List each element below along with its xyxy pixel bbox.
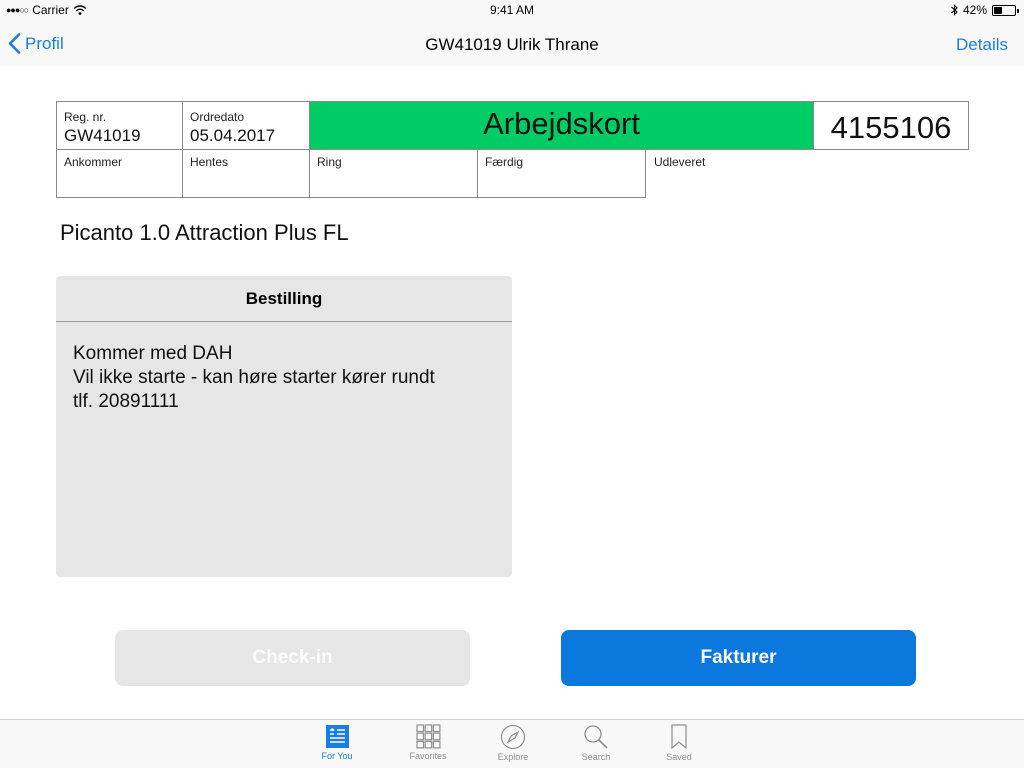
call-cell: Ring <box>309 149 478 198</box>
work-card-title: Arbejdskort <box>483 106 640 141</box>
for-you-icon <box>325 725 349 748</box>
delivered-label: Udleveret <box>654 155 706 169</box>
tab-label: Saved <box>666 752 692 762</box>
invoice-button[interactable]: Fakturer <box>561 630 916 686</box>
arrives-cell: Ankommer <box>56 149 183 198</box>
order-date-cell: Ordredato 05.04.2017 <box>182 101 310 150</box>
work-card-title-cell: Arbejdskort <box>309 101 814 150</box>
order-line: tlf. 20891111 <box>73 391 179 412</box>
tab-search[interactable]: Search <box>566 724 626 762</box>
bluetooth-icon <box>951 4 958 16</box>
car-model: Picanto 1.0 Attraction Plus FL <box>60 220 349 245</box>
tab-bar: For You Favorites Explore Search Saved <box>0 719 1024 768</box>
pickup-cell: Hentes <box>182 149 310 198</box>
pickup-label: Hentes <box>190 155 229 169</box>
tab-for-you[interactable]: For You <box>307 724 367 761</box>
order-date-label: Ordredato <box>190 110 245 124</box>
tab-favorites[interactable]: Favorites <box>398 724 458 761</box>
done-cell: Færdig <box>477 149 646 198</box>
grid-icon <box>415 724 440 749</box>
search-icon <box>584 725 608 749</box>
order-line: Vil ikke starte - kan høre starter kører… <box>73 367 435 388</box>
tab-explore[interactable]: Explore <box>483 724 543 762</box>
order-number-cell: 4155106 <box>813 101 969 150</box>
check-in-button[interactable]: Check-in <box>115 630 470 686</box>
order-line: Kommer med DAH <box>73 343 233 364</box>
status-bar: ●●●○○ Carrier 9:41 AM 42% <box>0 0 1024 22</box>
tab-label: For You <box>321 751 353 761</box>
order-card-body[interactable]: Kommer med DAH Vil ikke starte - kan hør… <box>56 322 512 434</box>
tab-label: Search <box>581 752 611 762</box>
bookmark-icon <box>671 724 687 750</box>
clock: 9:41 AM <box>489 3 535 17</box>
order-date-value: 05.04.2017 <box>190 126 276 145</box>
battery-icon <box>992 4 1019 16</box>
arrives-label: Ankommer <box>64 155 123 169</box>
order-card-title: Bestilling <box>56 276 512 322</box>
order-number: 4155106 <box>830 110 952 145</box>
tab-saved[interactable]: Saved <box>649 724 709 762</box>
call-label: Ring <box>317 155 342 169</box>
compass-icon <box>500 724 526 750</box>
tab-label: Favorites <box>409 751 447 761</box>
details-button[interactable]: Details <box>956 35 1008 55</box>
reg-number-cell: Reg. nr. GW41019 <box>56 101 183 150</box>
battery-percent: 42% <box>962 3 987 17</box>
order-card: Bestilling Kommer med DAH Vil ikke start… <box>56 276 512 577</box>
reg-number-label: Reg. nr. <box>64 110 107 124</box>
tab-label: Explore <box>497 752 529 762</box>
page-title: GW41019 Ulrik Thrane <box>425 35 599 54</box>
delivered-cell: Udleveret <box>645 149 815 198</box>
status-right: 42% <box>951 3 1019 17</box>
done-label: Færdig <box>485 155 524 169</box>
reg-number-value: GW41019 <box>64 126 141 145</box>
navigation-bar: Profil GW41019 Ulrik Thrane Details <box>0 22 1024 66</box>
